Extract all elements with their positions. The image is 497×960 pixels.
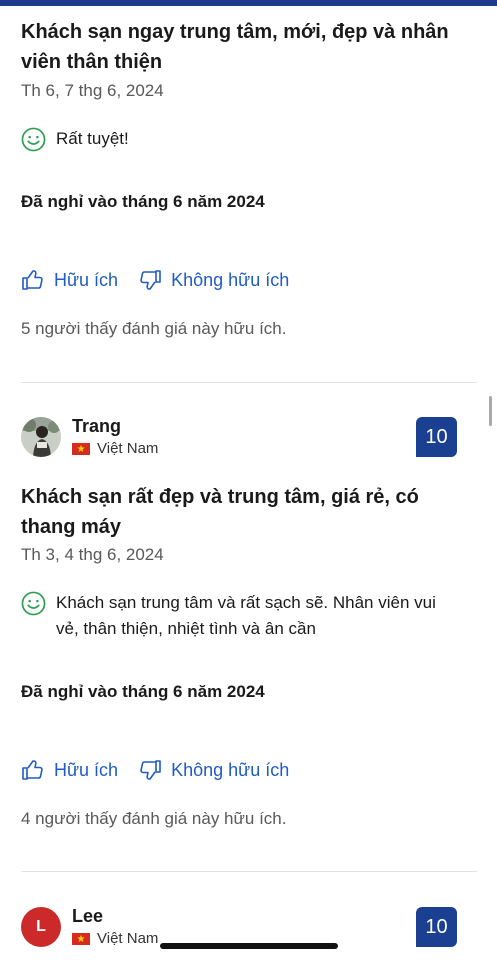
divider xyxy=(21,871,477,872)
not-helpful-button[interactable]: Không hữu ích xyxy=(138,758,289,782)
not-helpful-button[interactable]: Không hữu ích xyxy=(138,268,289,292)
avatar[interactable]: L xyxy=(21,907,61,947)
helpful-button[interactable]: Hữu ích xyxy=(21,268,118,292)
avatar-photo xyxy=(21,417,61,457)
reviewer-name: Lee xyxy=(72,906,104,926)
smile-icon xyxy=(21,127,46,152)
thumbs-up-icon xyxy=(22,760,43,780)
divider xyxy=(21,382,477,383)
top-accent-bar xyxy=(0,0,497,6)
home-indicator[interactable] xyxy=(160,943,338,949)
helpful-count: 4 người thấy đánh giá này hữu ích. xyxy=(21,809,287,828)
vietnam-flag-icon xyxy=(72,930,90,950)
stay-date: Đã nghỉ vào tháng 6 năm 2024 xyxy=(21,192,265,211)
review-actions: Hữu ích Không hữu ích xyxy=(21,268,477,292)
review-date: Th 3, 4 thg 6, 2024 xyxy=(21,545,164,564)
reviewer-header: Trang Việt Nam xyxy=(21,415,477,460)
reviewer-country: Việt Nam xyxy=(72,929,158,950)
scrollbar[interactable] xyxy=(489,396,492,426)
review-actions: Hữu ích Không hữu ích xyxy=(21,758,477,782)
comment-text: Khách sạn trung tâm và rất sạch sẽ. Nhân… xyxy=(56,593,436,638)
avatar[interactable] xyxy=(21,417,61,457)
score-badge: 10 xyxy=(416,417,457,457)
stay-date: Đã nghỉ vào tháng 6 năm 2024 xyxy=(21,682,265,701)
helpful-button[interactable]: Hữu ích xyxy=(21,758,118,782)
reviewer-name: Trang xyxy=(72,416,122,436)
vietnam-flag-icon xyxy=(72,440,90,460)
review-comment: Rất tuyệt! xyxy=(21,126,477,152)
review-date: Th 6, 7 thg 6, 2024 xyxy=(21,81,164,100)
review-card-1: Khách sạn ngay trung tâm, mới, đẹp và nh… xyxy=(21,17,477,77)
review-title: Khách sạn rất đẹp và trung tâm, giá rẻ, … xyxy=(21,486,419,538)
thumbs-down-icon xyxy=(140,270,161,290)
review-title: Khách sạn ngay trung tâm, mới, đẹp và nh… xyxy=(21,21,449,73)
comment-text: Rất tuyệt! xyxy=(56,129,129,148)
reviewer-country: Việt Nam xyxy=(72,439,158,460)
thumbs-down-icon xyxy=(140,760,161,780)
helpful-count: 5 người thấy đánh giá này hữu ích. xyxy=(21,319,287,338)
score-badge: 10 xyxy=(416,907,457,947)
thumbs-up-icon xyxy=(22,270,43,290)
review-comment: Khách sạn trung tâm và rất sạch sẽ. Nhân… xyxy=(21,590,477,642)
smile-icon xyxy=(21,591,46,616)
